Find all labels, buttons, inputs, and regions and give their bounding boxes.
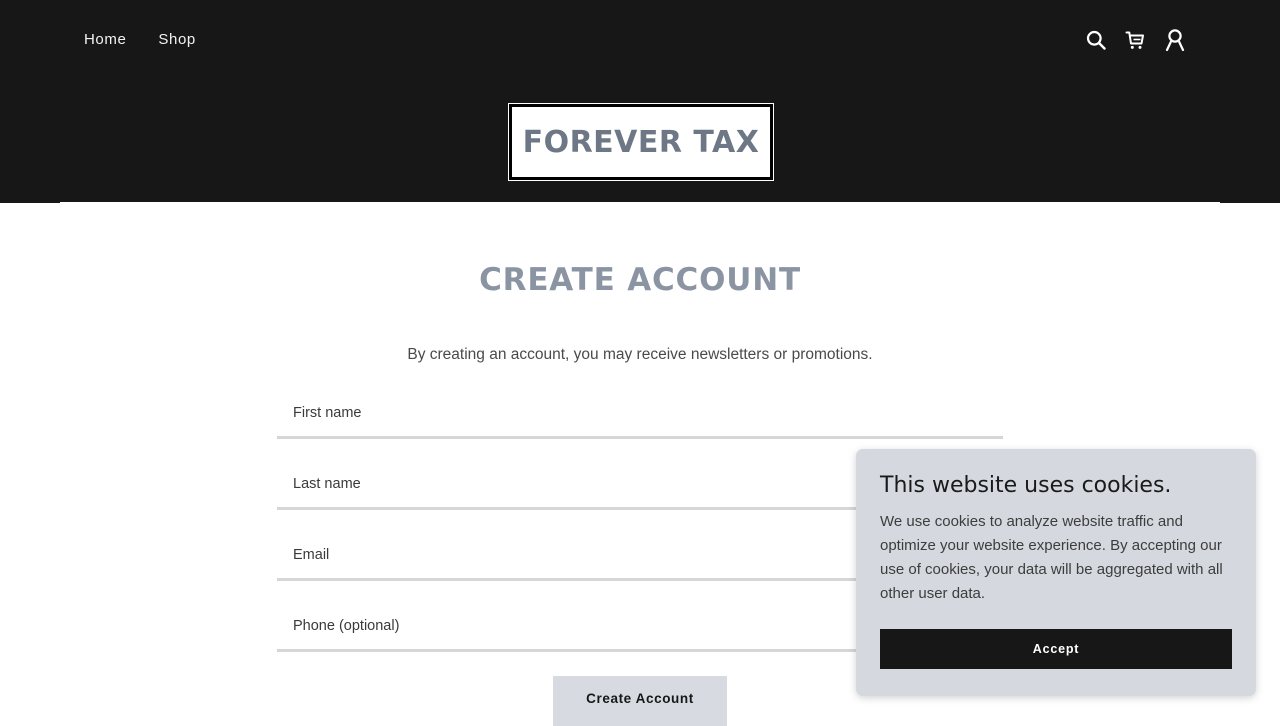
create-account-button[interactable]: Create Account: [553, 676, 727, 726]
nav-shop-link[interactable]: Shop: [158, 31, 195, 48]
search-icon[interactable]: [1084, 28, 1108, 52]
site-logo[interactable]: FOREVER TAX: [508, 103, 774, 181]
last-name-label: Last name: [293, 476, 361, 492]
page-title: CREATE ACCOUNT: [479, 262, 801, 298]
header-divider: [60, 202, 1220, 204]
main-nav: Home Shop: [84, 31, 196, 48]
first-name-field[interactable]: First name: [277, 395, 1003, 439]
cookie-banner: This website uses cookies. We use cookie…: [856, 449, 1256, 696]
first-name-label: First name: [293, 405, 362, 421]
cookie-banner-title: This website uses cookies.: [880, 473, 1172, 498]
page-subtitle: By creating an account, you may receive …: [407, 346, 873, 363]
accept-cookies-button[interactable]: Accept: [880, 629, 1232, 669]
email-label: Email: [293, 547, 330, 563]
cookie-banner-text: We use cookies to analyze website traffi…: [880, 513, 1223, 602]
logo-text: FOREVER TAX: [522, 124, 760, 160]
cart-icon[interactable]: [1123, 28, 1147, 52]
nav-home-link[interactable]: Home: [84, 31, 126, 48]
site-header: Home Shop FOREVER TAX: [0, 0, 1280, 203]
header-icons: [1084, 28, 1187, 52]
account-icon[interactable]: [1163, 28, 1187, 52]
phone-label: Phone (optional): [293, 618, 400, 634]
